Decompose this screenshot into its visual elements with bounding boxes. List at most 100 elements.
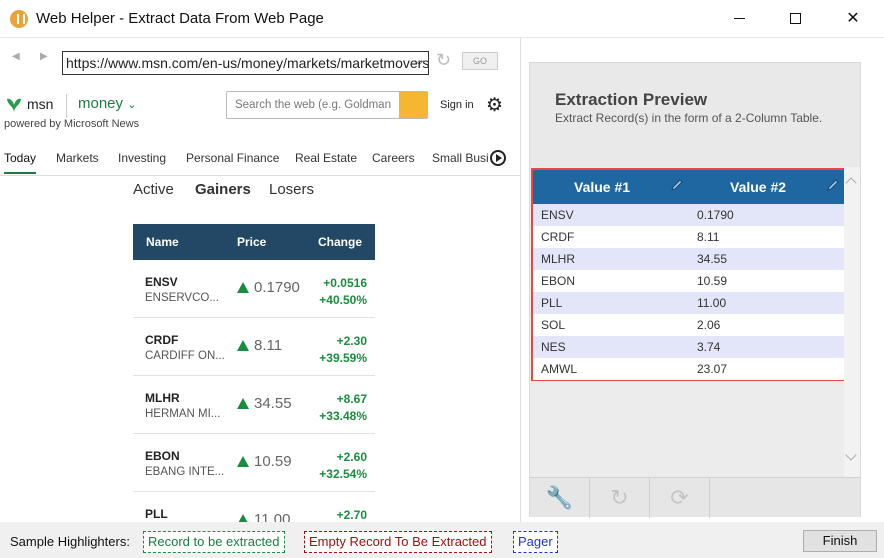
money-section-link[interactable]: money ⌄ <box>78 95 136 112</box>
minimize-icon <box>733 18 745 20</box>
preview-table: Value #1 Value #2 ENSV 0.1790 CRDF 8.11 ML… <box>531 168 846 381</box>
preview-row: AMWL 23.07 <box>533 358 844 380</box>
url-text: https://www.msn.com/en-us/money/markets/… <box>66 55 429 71</box>
url-input[interactable]: https://www.msn.com/en-us/money/markets/… <box>62 51 429 75</box>
brand-divider <box>66 94 67 118</box>
forward-icon[interactable]: ▶ <box>40 51 48 62</box>
highlighters-label: Sample Highlighters: <box>10 534 130 549</box>
gear-icon[interactable]: ⚙ <box>486 94 503 117</box>
column-header-value-1: Value #1 <box>574 179 631 195</box>
scroll-up-icon[interactable] <box>845 177 857 189</box>
subtab-gainers[interactable]: Gainers <box>195 181 251 198</box>
header-price[interactable]: Price <box>237 235 266 249</box>
stock-change: +0.0516 +40.50% <box>319 276 367 307</box>
table-row[interactable]: ENSV ENSERVCO... 0.1790 +0.0516 +40.50% <box>133 260 375 318</box>
extraction-preview-panel: Extraction Preview Extract Record(s) in … <box>529 62 861 518</box>
preview-row: CRDF 8.11 <box>533 226 844 248</box>
tab-small-business[interactable]: Small Busi <box>432 151 488 165</box>
stock-change: +8.67 +33.48% <box>319 392 367 423</box>
stock-symbol: EBON <box>145 449 180 463</box>
search-input[interactable]: Search the web (e.g. Goldman <box>226 91 428 119</box>
search-placeholder: Search the web (e.g. Goldman <box>235 99 391 111</box>
finish-button[interactable]: Finish <box>803 530 877 552</box>
table-header: Name Price Change <box>133 224 375 260</box>
preview-title: Extraction Preview <box>555 90 708 109</box>
search-button[interactable] <box>399 92 427 118</box>
stock-name: EBANG INTE... <box>145 466 225 478</box>
preview-scrollbar[interactable] <box>844 167 860 477</box>
scroll-down-icon[interactable] <box>845 449 857 461</box>
header-change[interactable]: Change <box>318 235 362 249</box>
stock-name: ENSERVCO... <box>145 292 219 304</box>
stock-price: 8.11 <box>254 337 283 354</box>
preview-row: EBON 10.59 <box>533 270 844 292</box>
pencil-icon[interactable] <box>670 178 684 192</box>
tab-real-estate[interactable]: Real Estate <box>295 151 357 165</box>
preview-table-header: Value #1 Value #2 <box>533 170 844 204</box>
header-name[interactable]: Name <box>146 235 179 249</box>
preview-row: ENSV 0.1790 <box>533 204 844 226</box>
redo-icon[interactable]: ↻ <box>590 478 650 518</box>
stock-name: CARDIFF ON... <box>145 350 225 362</box>
table-row[interactable]: CRDF CARDIFF ON... 8.11 +2.30 +39.59% <box>133 318 375 376</box>
up-triangle-icon <box>237 514 249 522</box>
stock-price: 34.55 <box>254 395 292 412</box>
table-row[interactable]: MLHR HERMAN MI... 34.55 +8.67 +33.48% <box>133 376 375 434</box>
stock-symbol: CRDF <box>145 333 179 347</box>
stock-price: 0.1790 <box>254 279 300 296</box>
up-triangle-icon <box>237 340 249 351</box>
tab-personal-finance[interactable]: Personal Finance <box>186 151 279 165</box>
title-bar: Web Helper - Extract Data From Web Page … <box>0 0 884 38</box>
stock-symbol: PLL <box>145 507 168 521</box>
tab-markets[interactable]: Markets <box>56 151 99 165</box>
wrench-icon[interactable]: 🔧 <box>530 478 590 518</box>
back-icon[interactable]: ◀ <box>12 51 20 62</box>
play-more-icon[interactable] <box>490 150 506 166</box>
table-row[interactable]: PLL 11.00 +2.70 <box>133 492 375 522</box>
section-tabs: Today Markets Investing Personal Finance… <box>0 148 520 176</box>
minimize-button[interactable] <box>716 0 762 38</box>
tab-careers[interactable]: Careers <box>372 151 415 165</box>
preview-row: SOL 2.06 <box>533 314 844 336</box>
preview-row: PLL 11.00 <box>533 292 844 314</box>
go-button[interactable]: GO <box>462 52 498 70</box>
close-icon: ✕ <box>846 10 860 27</box>
maximize-icon <box>789 13 801 25</box>
maximize-button[interactable] <box>772 0 818 38</box>
powered-by-text: powered by Microsoft News <box>4 118 140 130</box>
window-title: Web Helper - Extract Data From Web Page <box>36 10 324 27</box>
up-triangle-icon <box>237 282 249 293</box>
pager-highlighter-sample: Pager <box>513 531 558 553</box>
stock-change: +2.60 +32.54% <box>319 450 367 481</box>
chevron-down-icon[interactable]: ⌵ <box>415 54 424 69</box>
address-bar: ◀ ▶ https://www.msn.com/en-us/money/mark… <box>0 38 520 78</box>
panel-divider <box>520 38 521 522</box>
up-triangle-icon <box>237 456 249 467</box>
preview-subtitle: Extract Record(s) in the form of a 2-Col… <box>555 111 823 125</box>
stock-change: +2.70 <box>336 508 367 522</box>
stock-price: 11.00 <box>254 511 291 522</box>
subtab-active[interactable]: Active <box>133 181 174 198</box>
up-triangle-icon <box>237 398 249 409</box>
stock-change: +2.30 +39.59% <box>319 334 367 365</box>
preview-toolbar: 🔧 ↻ ⟳ <box>530 477 860 518</box>
embedded-browser: ◀ ▶ https://www.msn.com/en-us/money/mark… <box>0 38 520 522</box>
sync-icon[interactable]: ⟳ <box>650 478 710 518</box>
msn-brand[interactable]: msn <box>27 96 53 112</box>
stock-name: HERMAN MI... <box>145 408 221 420</box>
stock-symbol: ENSV <box>145 275 178 289</box>
tab-investing[interactable]: Investing <box>118 151 166 165</box>
sign-in-link[interactable]: Sign in <box>440 99 474 111</box>
empty-record-highlighter-sample: Empty Record To Be Extracted <box>304 531 492 553</box>
msn-butterfly-icon <box>7 98 21 113</box>
app-icon <box>10 10 28 28</box>
tab-today[interactable]: Today <box>4 151 37 174</box>
stock-price: 10.59 <box>254 453 292 470</box>
bottom-bar: Sample Highlighters: Record to be extrac… <box>0 522 884 558</box>
record-highlighter-sample: Record to be extracted <box>143 531 285 553</box>
table-row[interactable]: EBON EBANG INTE... 10.59 +2.60 +32.54% <box>133 434 375 492</box>
refresh-icon[interactable]: ↻ <box>436 50 451 71</box>
pencil-icon[interactable] <box>826 178 840 192</box>
close-button[interactable]: ✕ <box>830 0 876 38</box>
subtab-losers[interactable]: Losers <box>269 181 314 198</box>
